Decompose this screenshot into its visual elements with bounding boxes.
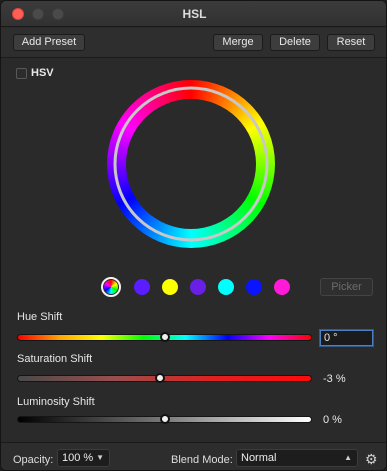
swatch-master[interactable] [101,277,121,297]
picker-button[interactable]: Picker [320,278,373,296]
hsv-label: HSV [31,67,54,79]
opacity-value: 100 % [62,452,94,464]
bottom-bar: Opacity: 100 % ▼ Blend Mode: Normal ▲▼ ⚙ [1,442,386,470]
luminosity-shift-slider-knob[interactable] [159,414,170,424]
saturation-shift-slider-knob[interactable] [155,373,166,383]
window-title: HSL [182,7,207,21]
opacity-dropdown[interactable]: 100 % ▼ [57,449,110,467]
hsl-panel-window: HSL Add Preset Merge Delete Reset HSV Pi… [0,0,387,471]
blend-mode-label: Blend Mode: [171,454,233,466]
delete-button[interactable]: Delete [270,34,320,51]
merge-button[interactable]: Merge [213,34,263,51]
hue-shift-label: Hue Shift [17,311,63,323]
swatch-purple[interactable] [190,279,206,295]
chevron-down-icon: ▼ [96,453,104,462]
preset-toolbar: Add Preset Merge Delete Reset [1,28,386,58]
hsv-checkbox[interactable] [16,68,27,79]
saturation-shift-input[interactable]: -3 % [320,372,373,388]
swatch-violet[interactable] [134,279,150,295]
hue-ring[interactable] [106,79,276,249]
title-bar: HSL [1,1,386,27]
swatch-yellow[interactable] [162,279,178,295]
blend-mode-dropdown[interactable]: Normal ▲▼ [236,449,358,470]
saturation-shift-label: Saturation Shift [17,353,93,365]
hue-shift-input[interactable]: 0 ° [320,330,373,346]
add-preset-button[interactable]: Add Preset [13,34,85,51]
swatch-cyan[interactable] [218,279,234,295]
swatch-blue[interactable] [246,279,262,295]
hue-shift-slider-knob[interactable] [159,332,170,342]
hue-color-wheel[interactable] [106,79,276,249]
luminosity-shift-input[interactable]: 0 % [320,413,373,429]
opacity-label: Opacity: [13,454,54,466]
stepper-arrows-icon: ▲▼ [344,453,352,470]
gear-icon[interactable]: ⚙ [365,452,379,466]
reset-button[interactable]: Reset [327,34,375,51]
blend-mode-value: Normal [241,452,277,464]
swatch-magenta[interactable] [274,279,290,295]
luminosity-shift-label: Luminosity Shift [17,396,95,408]
